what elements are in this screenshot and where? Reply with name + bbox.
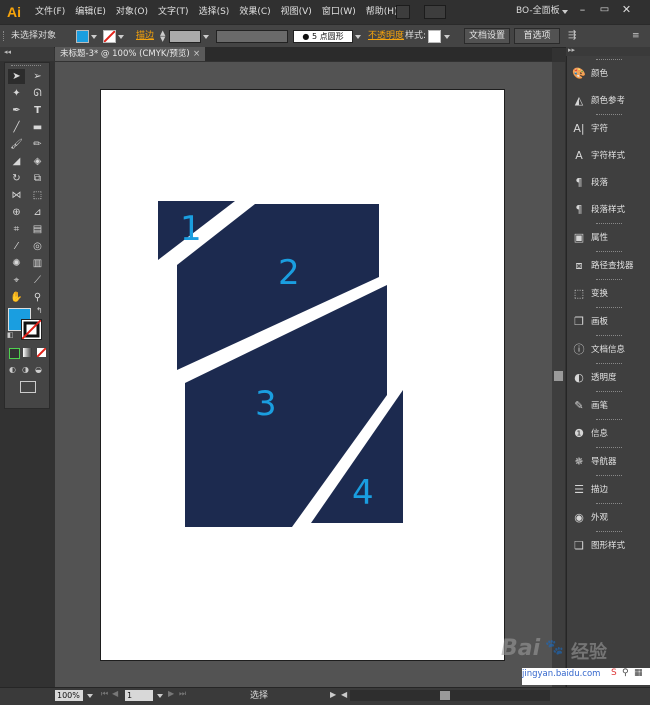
panel-item-brushes[interactable]: ✎ 画笔 <box>567 393 650 420</box>
panel-item-transform[interactable]: ⬚ 变换 <box>567 281 650 308</box>
panel-label: 属性 <box>591 233 609 243</box>
character-styles-icon: A <box>575 149 583 162</box>
toolbar-icon: ▦ <box>634 668 643 678</box>
transform-icon: ⬚ <box>573 287 585 300</box>
s-icon: S <box>611 668 617 678</box>
panel-item-stroke[interactable]: ☰ 描边 <box>567 477 650 504</box>
panel-label: 图形样式 <box>591 541 626 551</box>
attributes-icon: ▣ <box>573 231 585 244</box>
panel-item-pathfinder[interactable]: ⧈ 路径查找器 <box>567 253 650 280</box>
watermark-url: jingyan.baidu.com <box>522 669 601 679</box>
brushes-icon: ✎ <box>574 399 584 412</box>
graphic-styles-icon: ❏ <box>574 539 584 552</box>
vertical-scrollbar[interactable] <box>552 62 565 687</box>
paragraph-icon: ¶ <box>575 176 583 189</box>
shape-label-3: 3 <box>255 384 277 424</box>
transparency-icon: ◐ <box>574 371 584 384</box>
panel-item-transparency[interactable]: ◐ 透明度 <box>567 365 650 392</box>
panel-item-color-guide[interactable]: ◭ 颜色参考 <box>567 88 650 115</box>
last-artboard-icon[interactable]: ⏭ <box>179 689 186 699</box>
color-guide-icon: ◭ <box>574 94 584 107</box>
panel-label: 信息 <box>591 429 609 439</box>
panel-label: 段落样式 <box>591 205 626 215</box>
mic-icon: ⚲ <box>622 668 629 678</box>
panel-item-artboards[interactable]: ❐ 画板 <box>567 309 650 336</box>
prev-artboard-icon[interactable]: ◀ <box>112 689 118 698</box>
scroll-left-icon[interactable]: ◀ <box>341 690 347 699</box>
watermark-logo: Bai 🐾 经验 <box>501 636 641 666</box>
panel-item-paragraph-styles[interactable]: ¶ 段落样式 <box>567 197 650 224</box>
shape-label-2: 2 <box>278 253 300 293</box>
panel-item-character[interactable]: A| 字符 <box>567 116 650 143</box>
watermark-brand: Bai <box>501 636 541 661</box>
panel-label: 导航器 <box>591 457 617 467</box>
pathfinder-icon: ⧈ <box>575 259 583 272</box>
status-menu-arrow-icon[interactable]: ▶ <box>330 690 336 699</box>
panel-item-attributes[interactable]: ▣ 属性 <box>567 225 650 252</box>
panel-label: 文档信息 <box>591 345 626 355</box>
panel-label: 画笔 <box>591 401 609 411</box>
shape-label-1: 1 <box>180 209 202 249</box>
panel-item-paragraph[interactable]: ¶ 段落 <box>567 170 650 197</box>
character-icon: A| <box>573 122 585 135</box>
paw-icon: 🐾 <box>545 638 564 656</box>
appearance-icon: ◉ <box>574 511 584 524</box>
horizontal-scrollbar[interactable] <box>350 690 550 701</box>
artboards-icon: ❐ <box>574 315 584 328</box>
panel-label: 外观 <box>591 513 609 523</box>
shape-label-4: 4 <box>352 473 374 513</box>
panel-dock: 🎨 颜色 ◭ 颜色参考 A| 字符 A 字符样式 ¶ 段落 ¶ 段落样式 ▣ 属… <box>566 56 650 687</box>
panel-item-graphic-styles[interactable]: ❏ 图形样式 <box>567 533 650 560</box>
tool-status: 选择 <box>250 691 269 701</box>
panel-label: 透明度 <box>591 373 617 383</box>
first-artboard-icon[interactable]: ⏮ <box>101 689 108 699</box>
panel-label: 路径查找器 <box>591 261 634 271</box>
panel-label: 描边 <box>591 485 609 495</box>
paragraph-styles-icon: ¶ <box>575 203 583 216</box>
panel-label: 变换 <box>591 289 609 299</box>
watermark-bar: jingyan.baidu.com S ⚲ ▦ <box>522 668 650 685</box>
status-bar: 100% ⏮ ◀ 1 ▶ ⏭ 选择 ▶ ◀ <box>0 687 650 705</box>
panel-item-navigator[interactable]: ✵ 导航器 <box>567 449 650 476</box>
panel-item-appearance[interactable]: ◉ 外观 <box>567 505 650 532</box>
panel-label: 画板 <box>591 317 609 327</box>
document-info-icon: ⓘ <box>573 343 585 356</box>
stroke-icon: ☰ <box>574 483 584 496</box>
watermark-brand-suffix: 经验 <box>571 642 607 663</box>
panel-label: 字符 <box>591 124 609 134</box>
color-icon: 🎨 <box>572 67 586 80</box>
panel-item-character-styles[interactable]: A 字符样式 <box>567 143 650 170</box>
zoom-field[interactable]: 100% <box>55 690 83 701</box>
panel-item-document-info[interactable]: ⓘ 文档信息 <box>567 337 650 364</box>
panel-item-color[interactable]: 🎨 颜色 <box>567 61 650 88</box>
vertical-scroll-thumb[interactable] <box>554 371 563 381</box>
panel-label: 段落 <box>591 178 609 188</box>
panel-label: 颜色 <box>591 69 609 79</box>
artboard-number-field[interactable]: 1 <box>125 690 153 701</box>
next-artboard-icon[interactable]: ▶ <box>168 689 174 698</box>
navigator-icon: ✵ <box>574 455 584 468</box>
panel-label: 颜色参考 <box>591 96 626 106</box>
chevron-down-icon[interactable] <box>87 694 93 698</box>
panel-item-info[interactable]: ❶ 信息 <box>567 421 650 448</box>
panel-label: 字符样式 <box>591 151 626 161</box>
horizontal-scroll-thumb[interactable] <box>440 691 450 700</box>
chevron-down-icon[interactable] <box>157 694 163 698</box>
info-icon: ❶ <box>574 427 584 440</box>
